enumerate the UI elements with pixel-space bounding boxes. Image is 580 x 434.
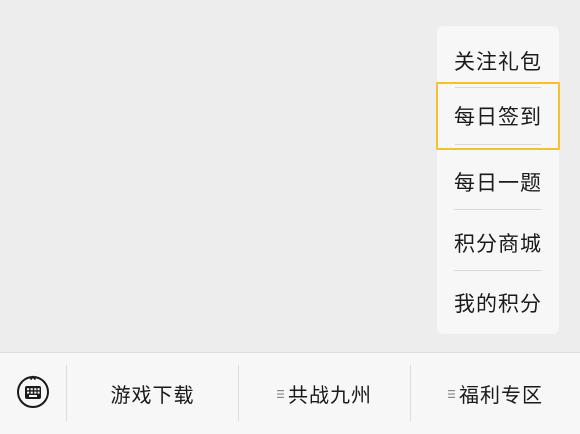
menu-item-label: 每日签到 xyxy=(454,105,542,129)
menu-divider xyxy=(454,270,542,271)
menu-item-daily-checkin[interactable]: 每日签到 xyxy=(436,82,560,150)
popup-menu: 关注礼包 每日签到 每日一题 积分商城 我的积分 xyxy=(436,26,560,334)
keyboard-icon xyxy=(16,374,50,413)
keyboard-toggle-button[interactable] xyxy=(0,353,66,434)
tab-label: 游戏下载 xyxy=(110,383,195,407)
menu-item-label: 我的积分 xyxy=(454,291,542,316)
menu-divider xyxy=(454,209,542,210)
menu-item-points-mall[interactable]: 积分商城 xyxy=(437,212,559,273)
tab-welfare-zone[interactable]: 福利专区 xyxy=(411,353,580,434)
menu-item-my-points[interactable]: 我的积分 xyxy=(437,272,559,333)
menu-lines-icon xyxy=(277,389,284,399)
menu-item-daily-question[interactable]: 每日一题 xyxy=(437,151,559,212)
tab-game-download[interactable]: 游戏下载 xyxy=(67,353,238,434)
tab-label: 福利专区 xyxy=(459,383,543,407)
tab-label: 共战九州 xyxy=(288,383,372,407)
menu-item-label: 积分商城 xyxy=(454,231,542,256)
menu-item-label: 每日一题 xyxy=(454,170,542,195)
menu-item-label: 关注礼包 xyxy=(454,49,542,74)
menu-lines-icon xyxy=(448,389,455,399)
tab-joint-battle[interactable]: 共战九州 xyxy=(239,353,410,434)
bottom-menu-bar: 游戏下载 共战九州 福利专区 xyxy=(0,352,580,434)
